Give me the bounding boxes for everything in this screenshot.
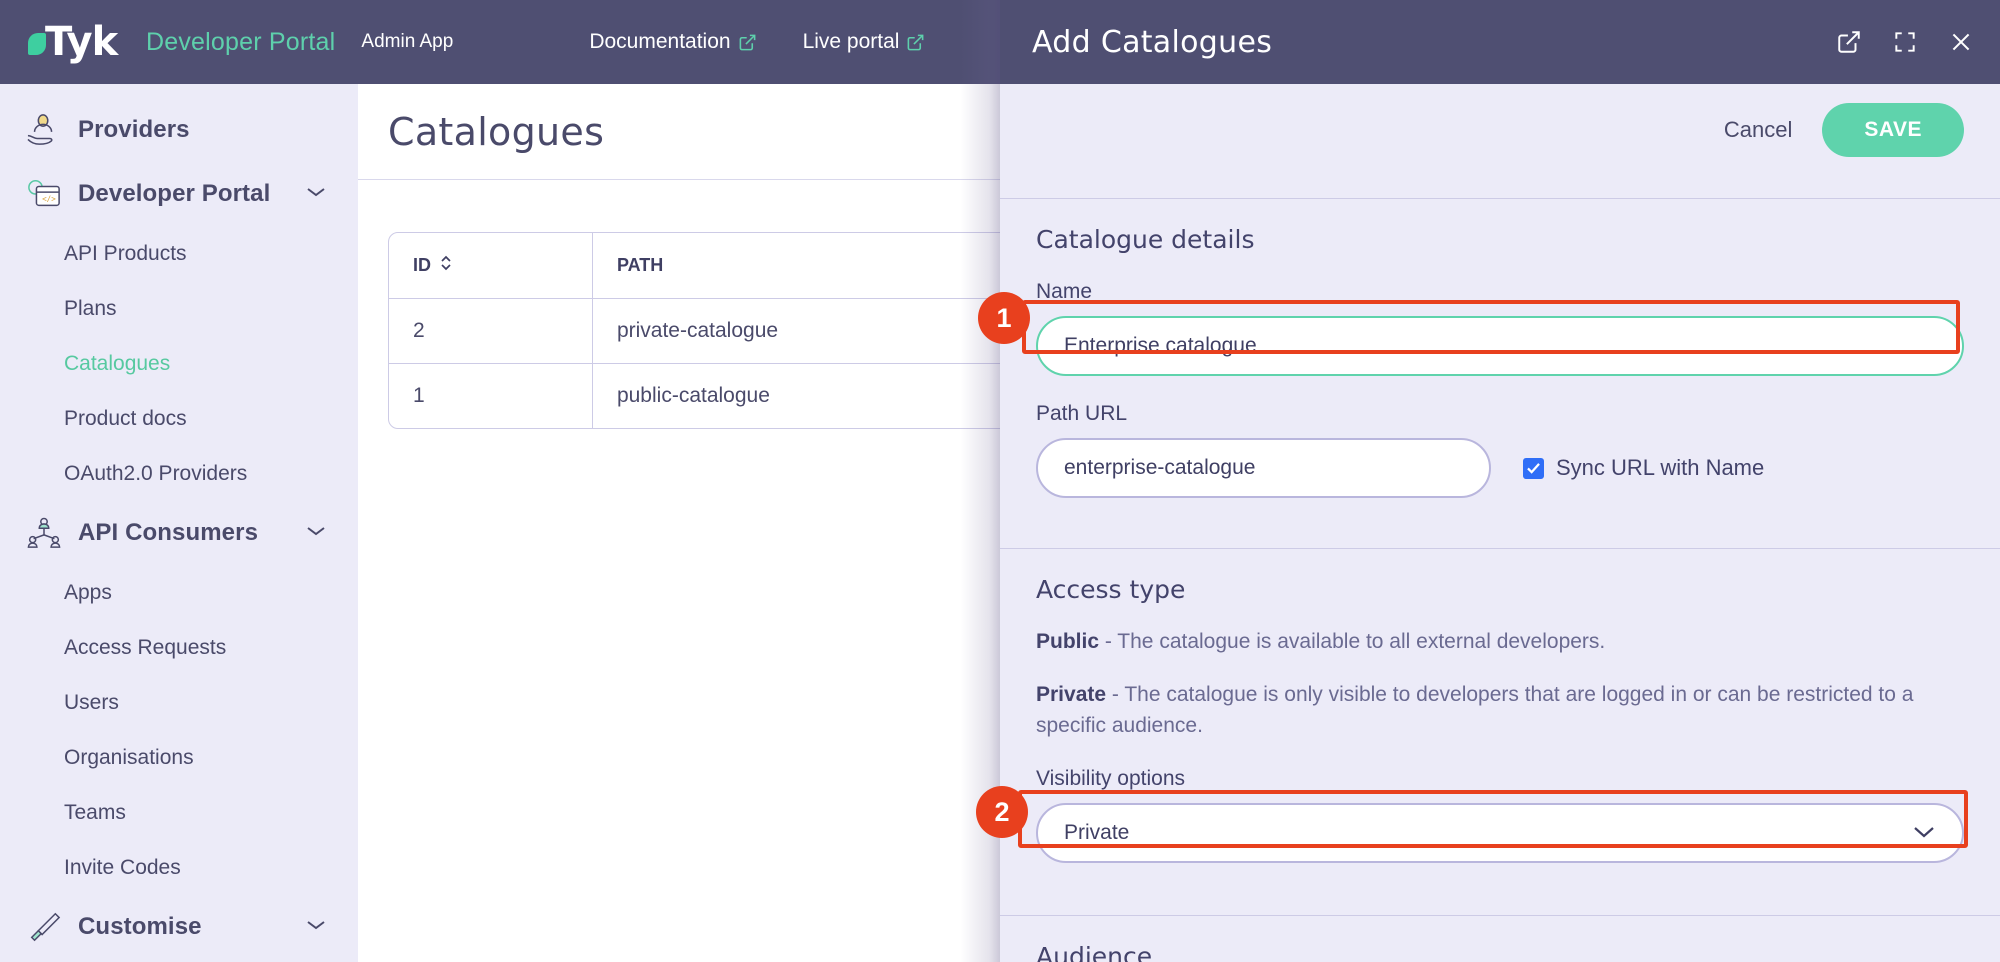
private-desc: - The catalogue is only visible to devel… [1036, 683, 1913, 737]
sidebar: Providers </> Developer Portal API Produ… [0, 84, 358, 962]
sort-icon[interactable] [439, 254, 453, 277]
sidebar-group-label: Providers [78, 116, 190, 144]
paintbrush-icon [22, 907, 66, 947]
sidebar-group-label: Developer Portal [78, 180, 270, 208]
sidebar-item-plans[interactable]: Plans [0, 281, 358, 336]
sidebar-group-developer-portal[interactable]: </> Developer Portal [0, 162, 358, 226]
column-header-label: ID [413, 255, 431, 276]
annotation-badge-1: 1 [978, 292, 1030, 344]
chevron-down-icon[interactable] [306, 918, 326, 936]
sidebar-group-providers[interactable]: Providers [0, 98, 358, 162]
section-title-audience: Audience [1036, 942, 1964, 962]
sidebar-item-teams[interactable]: Teams [0, 785, 358, 840]
fullscreen-icon[interactable] [1892, 29, 1918, 55]
path-url-field-label: Path URL [1036, 402, 1964, 426]
sidebar-item-label: Access Requests [64, 636, 226, 660]
modal-action-bar: Cancel SAVE [1000, 84, 2000, 176]
private-term: Private [1036, 683, 1106, 706]
admin-app-label: Admin App [361, 31, 453, 53]
section-title-catalogue-details: Catalogue details [1036, 225, 1964, 254]
code-window-icon: </> [22, 174, 66, 214]
svg-text:</>: </> [42, 195, 56, 204]
sidebar-item-access-requests[interactable]: Access Requests [0, 620, 358, 675]
column-header-label: PATH [617, 255, 663, 276]
hand-coin-icon [22, 110, 66, 150]
page-title: Catalogues [388, 110, 604, 154]
private-access-description: Private - The catalogue is only visible … [1036, 679, 1964, 741]
visibility-select[interactable]: Private [1036, 803, 1964, 863]
audience-section: Audience [1000, 942, 2000, 962]
annotation-badge-2: 2 [976, 786, 1028, 838]
add-catalogues-panel: Add Catalogues [1000, 0, 2000, 962]
sidebar-item-label: Users [64, 691, 119, 715]
sync-url-checkbox-wrapper[interactable]: Sync URL with Name [1523, 455, 1764, 481]
public-desc: - The catalogue is available to all exte… [1099, 630, 1605, 653]
sidebar-item-label: API Products [64, 242, 187, 266]
sidebar-group-label: Customise [78, 913, 202, 941]
nav-live-portal-label: Live portal [803, 30, 900, 54]
chevron-down-icon [1912, 821, 1936, 845]
visibility-select-value: Private [1064, 821, 1129, 845]
cancel-button[interactable]: Cancel [1724, 117, 1792, 143]
brand-name: Developer Portal [146, 28, 335, 57]
visibility-options-label: Visibility options [1036, 767, 1964, 791]
sidebar-item-label: Invite Codes [64, 856, 181, 880]
sidebar-item-label: Plans [64, 297, 117, 321]
tyk-logo-mark: Tyk [28, 19, 132, 65]
sidebar-group-api-consumers[interactable]: API Consumers [0, 501, 358, 565]
modal-header: Add Catalogues [1000, 0, 2000, 84]
public-access-description: Public - The catalogue is available to a… [1036, 626, 1964, 657]
divider [1000, 915, 2000, 916]
sidebar-item-label: Teams [64, 801, 126, 825]
logo-wordmark: Tyk [45, 19, 117, 65]
sidebar-group-customise[interactable]: Customise [0, 895, 358, 959]
sidebar-item-catalogues[interactable]: Catalogues [0, 336, 358, 391]
section-title-access-type: Access type [1036, 575, 1964, 604]
external-link-icon [906, 33, 925, 52]
open-external-icon[interactable] [1836, 29, 1862, 55]
catalogue-details-section: Catalogue details Name Path URL Sync URL… [1000, 225, 2000, 526]
leaf-icon [28, 33, 46, 55]
sidebar-item-organisations[interactable]: Organisations [0, 730, 358, 785]
sidebar-item-apps[interactable]: Apps [0, 565, 358, 620]
external-link-icon [738, 33, 757, 52]
modal-header-actions [1836, 29, 1974, 55]
chevron-down-icon[interactable] [306, 524, 326, 542]
divider [1000, 198, 2000, 199]
sidebar-item-label: OAuth2.0 Providers [64, 462, 247, 486]
sidebar-item-label: Apps [64, 581, 112, 605]
nav-documentation-label: Documentation [589, 30, 730, 54]
sync-url-checkbox[interactable] [1523, 458, 1544, 479]
path-url-input[interactable] [1036, 438, 1491, 498]
sidebar-item-oauth2-providers[interactable]: OAuth2.0 Providers [0, 446, 358, 501]
sidebar-item-label: Product docs [64, 407, 187, 431]
tyk-logo[interactable]: Tyk Developer Portal [28, 19, 335, 65]
sidebar-item-api-products[interactable]: API Products [0, 226, 358, 281]
public-term: Public [1036, 630, 1099, 653]
people-network-icon [22, 513, 66, 553]
chevron-down-icon[interactable] [306, 185, 326, 203]
name-field-label: Name [1036, 280, 1964, 304]
access-type-section: Access type Public - The catalogue is av… [1000, 575, 2000, 893]
sync-url-label: Sync URL with Name [1556, 455, 1764, 481]
save-button[interactable]: SAVE [1822, 103, 1964, 157]
sidebar-item-invite-codes[interactable]: Invite Codes [0, 840, 358, 895]
sidebar-item-label: Organisations [64, 746, 194, 770]
cell-id: 2 [389, 299, 593, 364]
name-input[interactable] [1036, 316, 1964, 376]
column-header-id[interactable]: ID [389, 233, 593, 299]
nav-documentation[interactable]: Documentation [589, 30, 756, 54]
sidebar-item-label: Catalogues [64, 352, 170, 376]
modal-title: Add Catalogues [1032, 25, 1272, 60]
divider [1000, 548, 2000, 549]
sidebar-item-users[interactable]: Users [0, 675, 358, 730]
nav-live-portal[interactable]: Live portal [803, 30, 926, 54]
cell-id: 1 [389, 364, 593, 428]
close-icon[interactable] [1948, 29, 1974, 55]
sidebar-item-product-docs[interactable]: Product docs [0, 391, 358, 446]
sidebar-group-label: API Consumers [78, 519, 258, 547]
